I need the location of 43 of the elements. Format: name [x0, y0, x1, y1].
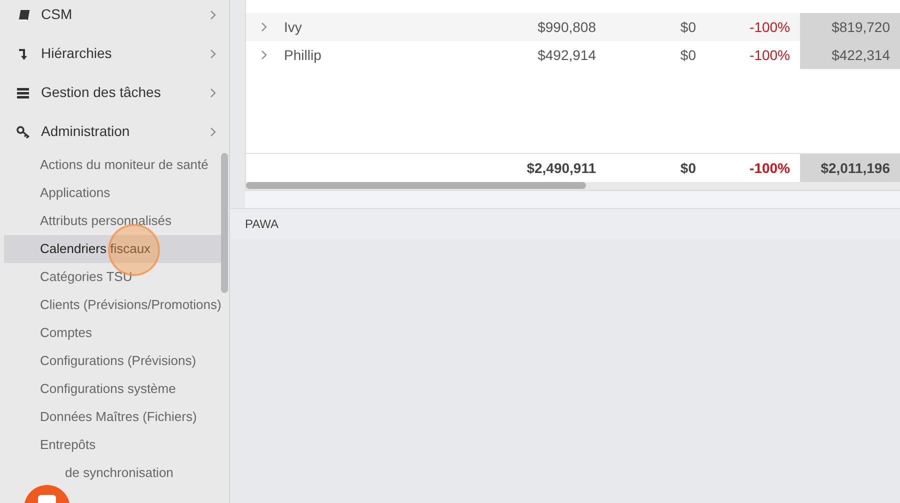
table-cell-text: $0 [679, 158, 697, 178]
table-cell-text: -100% [748, 158, 791, 178]
sidebar-subitem[interactable]: Entrepôts [4, 431, 221, 459]
footer-label: PAWA [245, 216, 279, 232]
sidebar-subitem[interactable]: Comptes [4, 319, 221, 347]
scrollbar-thumb[interactable] [221, 153, 228, 293]
chevron-right-icon [209, 10, 217, 20]
sidebar-subitem[interactable]: Catégories TSU [4, 263, 221, 291]
expand-chevron-icon[interactable] [260, 50, 268, 60]
sidebar-subitem[interactable]: Configurations système [4, 375, 221, 403]
sidebar-menu-item[interactable]: Gestion des tâches [0, 73, 229, 112]
sidebar-menu-item[interactable]: Administration [0, 112, 229, 151]
chevron-right-icon [209, 88, 217, 98]
sidebar-subitem[interactable]: Configurations (Prévisions) [4, 347, 221, 375]
book-icon [16, 8, 30, 22]
table-cell-text: $0 [679, 46, 697, 64]
table-cell-text: Ivy [284, 18, 302, 37]
table-cell-text: -100% [748, 46, 791, 64]
table-cell: $2,011,196 [800, 154, 900, 182]
table-cell-text: $2,490,911 [526, 158, 597, 178]
table-cell-text: Phillip [284, 46, 322, 65]
sidebar-subitem[interactable]: Calendriers fiscaux [4, 235, 221, 263]
key-icon [16, 124, 30, 138]
table-cell-text: $492,914 [536, 46, 597, 64]
sidebar-menu-item[interactable]: CSM [0, 0, 229, 34]
sidebar-subitem[interactable]: Clients (Prévisions/Promotions) [4, 291, 221, 319]
sidebar-subitem[interactable]: Données Maîtres (Fichiers) [4, 403, 221, 431]
table-cell-text: $990,808 [536, 18, 597, 36]
table-cell-text: $0 [679, 18, 697, 36]
sidebar-subitem[interactable]: Attributs personnalisés [4, 207, 221, 235]
sidebar-subitem[interactable]: Applications [4, 179, 221, 207]
down-arrow-icon [16, 46, 30, 60]
sidebar-subitem[interactable]: Actions du moniteur de santé [4, 151, 221, 179]
chevron-right-icon [209, 48, 217, 58]
chevron-right-icon [209, 126, 217, 136]
list-icon [16, 86, 30, 100]
table-cell: $819,720 [800, 13, 900, 41]
expand-chevron-icon[interactable] [260, 22, 268, 32]
table-cell-text: -100% [748, 18, 791, 36]
sidebar-subitem[interactable]: de synchronisation [4, 459, 221, 487]
scrollbar-thumb[interactable] [246, 182, 586, 189]
sidebar-menu-item[interactable]: Hiérarchies [0, 34, 229, 73]
table-cell: $422,314 [800, 41, 900, 69]
